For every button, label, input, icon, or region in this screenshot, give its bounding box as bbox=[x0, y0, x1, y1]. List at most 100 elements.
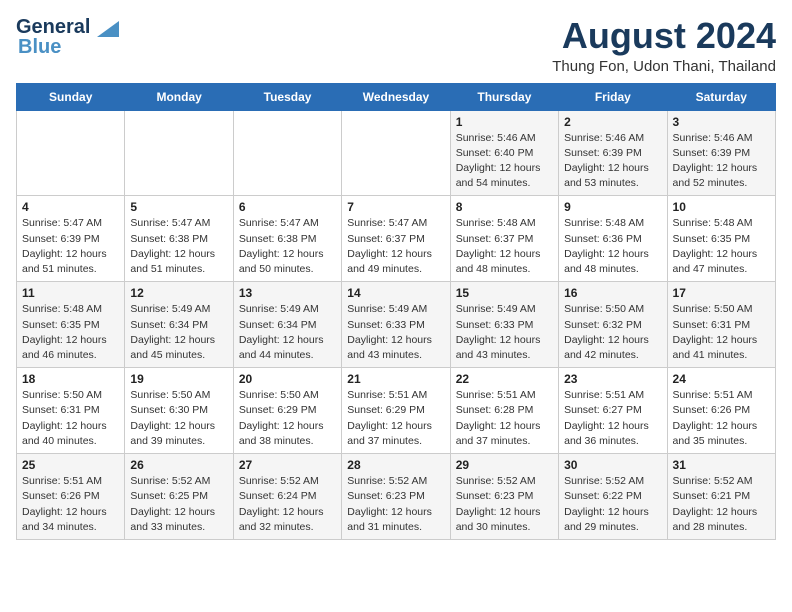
day-cell bbox=[342, 110, 450, 196]
day-info: Sunrise: 5:49 AM Sunset: 6:33 PM Dayligh… bbox=[347, 302, 444, 363]
col-monday: Monday bbox=[125, 83, 233, 110]
day-cell: 16 Sunrise: 5:50 AM Sunset: 6:32 PM Dayli… bbox=[559, 282, 667, 368]
day-number: 22 bbox=[456, 372, 553, 386]
logo-text: General bbox=[16, 16, 119, 38]
day-number: 29 bbox=[456, 458, 553, 472]
day-info: Sunrise: 5:51 AM Sunset: 6:28 PM Dayligh… bbox=[456, 388, 553, 449]
day-cell: 5 Sunrise: 5:47 AM Sunset: 6:38 PM Daylig… bbox=[125, 196, 233, 282]
day-info: Sunrise: 5:50 AM Sunset: 6:30 PM Dayligh… bbox=[130, 388, 227, 449]
day-number: 16 bbox=[564, 286, 661, 300]
day-number: 27 bbox=[239, 458, 336, 472]
day-number: 18 bbox=[22, 372, 119, 386]
day-cell: 11Sunrise: 5:48 AM Sunset: 6:35 PM Dayli… bbox=[17, 282, 125, 368]
day-number: 1 bbox=[456, 115, 553, 129]
day-cell: 30Sunrise: 5:52 AM Sunset: 6:22 PM Dayli… bbox=[559, 454, 667, 540]
col-sunday: Sunday bbox=[17, 83, 125, 110]
day-info: Sunrise: 5:48 AM Sunset: 6:36 PM Dayligh… bbox=[564, 216, 661, 277]
day-info: Sunrise: 5:52 AM Sunset: 6:22 PM Dayligh… bbox=[564, 474, 661, 535]
col-wednesday: Wednesday bbox=[342, 83, 450, 110]
day-info: Sunrise: 5:52 AM Sunset: 6:25 PM Dayligh… bbox=[130, 474, 227, 535]
day-info: Sunrise: 5:49 AM Sunset: 6:34 PM Dayligh… bbox=[239, 302, 336, 363]
day-number: 8 bbox=[456, 200, 553, 214]
day-number: 9 bbox=[564, 200, 661, 214]
day-number: 7 bbox=[347, 200, 444, 214]
day-number: 25 bbox=[22, 458, 119, 472]
day-cell: 13Sunrise: 5:49 AM Sunset: 6:34 PM Dayli… bbox=[233, 282, 341, 368]
day-number: 19 bbox=[130, 372, 227, 386]
logo: General Blue bbox=[16, 16, 119, 59]
month-year: August 2024 bbox=[552, 16, 776, 56]
day-cell: 18 Sunrise: 5:50 AM Sunset: 6:31 PM Dayli… bbox=[17, 368, 125, 454]
day-cell: 6 Sunrise: 5:47 AM Sunset: 6:38 PM Daylig… bbox=[233, 196, 341, 282]
day-number: 24 bbox=[673, 372, 770, 386]
day-cell: 7 Sunrise: 5:47 AM Sunset: 6:37 PM Daylig… bbox=[342, 196, 450, 282]
day-cell: 15Sunrise: 5:49 AM Sunset: 6:33 PM Dayli… bbox=[450, 282, 558, 368]
day-number: 6 bbox=[239, 200, 336, 214]
day-info: Sunrise: 5:50 AM Sunset: 6:31 PM Dayligh… bbox=[673, 302, 770, 363]
col-saturday: Saturday bbox=[667, 83, 775, 110]
day-number: 2 bbox=[564, 115, 661, 129]
day-number: 5 bbox=[130, 200, 227, 214]
day-number: 26 bbox=[130, 458, 227, 472]
calendar-table: Sunday Monday Tuesday Wednesday Thursday… bbox=[16, 83, 776, 540]
day-cell: 9 Sunrise: 5:48 AM Sunset: 6:36 PM Daylig… bbox=[559, 196, 667, 282]
day-info: Sunrise: 5:51 AM Sunset: 6:26 PM Dayligh… bbox=[673, 388, 770, 449]
day-info: Sunrise: 5:49 AM Sunset: 6:34 PM Dayligh… bbox=[130, 302, 227, 363]
day-cell: 28Sunrise: 5:52 AM Sunset: 6:23 PM Dayli… bbox=[342, 454, 450, 540]
day-cell bbox=[17, 110, 125, 196]
day-cell: 19 Sunrise: 5:50 AM Sunset: 6:30 PM Dayli… bbox=[125, 368, 233, 454]
week-row-1: 1 Sunrise: 5:46 AM Sunset: 6:40 PM Daylig… bbox=[17, 110, 776, 196]
day-number: 12 bbox=[130, 286, 227, 300]
col-friday: Friday bbox=[559, 83, 667, 110]
day-cell: 26 Sunrise: 5:52 AM Sunset: 6:25 PM Dayli… bbox=[125, 454, 233, 540]
day-info: Sunrise: 5:48 AM Sunset: 6:35 PM Dayligh… bbox=[22, 302, 119, 363]
day-info: Sunrise: 5:52 AM Sunset: 6:21 PM Dayligh… bbox=[673, 474, 770, 535]
day-info: Sunrise: 5:52 AM Sunset: 6:23 PM Dayligh… bbox=[456, 474, 553, 535]
day-info: Sunrise: 5:46 AM Sunset: 6:39 PM Dayligh… bbox=[673, 131, 770, 192]
day-cell: 4 Sunrise: 5:47 AM Sunset: 6:39 PM Daylig… bbox=[17, 196, 125, 282]
day-number: 31 bbox=[673, 458, 770, 472]
day-cell: 3 Sunrise: 5:46 AM Sunset: 6:39 PM Daylig… bbox=[667, 110, 775, 196]
day-info: Sunrise: 5:47 AM Sunset: 6:38 PM Dayligh… bbox=[130, 216, 227, 277]
day-info: Sunrise: 5:50 AM Sunset: 6:32 PM Dayligh… bbox=[564, 302, 661, 363]
day-number: 3 bbox=[673, 115, 770, 129]
day-info: Sunrise: 5:50 AM Sunset: 6:29 PM Dayligh… bbox=[239, 388, 336, 449]
day-number: 4 bbox=[22, 200, 119, 214]
day-cell: 8Sunrise: 5:48 AM Sunset: 6:37 PM Daylig… bbox=[450, 196, 558, 282]
day-info: Sunrise: 5:46 AM Sunset: 6:40 PM Dayligh… bbox=[456, 131, 553, 192]
day-info: Sunrise: 5:51 AM Sunset: 6:27 PM Dayligh… bbox=[564, 388, 661, 449]
header-row: Sunday Monday Tuesday Wednesday Thursday… bbox=[17, 83, 776, 110]
day-info: Sunrise: 5:47 AM Sunset: 6:39 PM Dayligh… bbox=[22, 216, 119, 277]
day-cell bbox=[233, 110, 341, 196]
day-cell: 1 Sunrise: 5:46 AM Sunset: 6:40 PM Daylig… bbox=[450, 110, 558, 196]
day-number: 21 bbox=[347, 372, 444, 386]
day-cell: 31 Sunrise: 5:52 AM Sunset: 6:21 PM Dayli… bbox=[667, 454, 775, 540]
day-cell: 20Sunrise: 5:50 AM Sunset: 6:29 PM Dayli… bbox=[233, 368, 341, 454]
day-info: Sunrise: 5:48 AM Sunset: 6:35 PM Dayligh… bbox=[673, 216, 770, 277]
day-info: Sunrise: 5:46 AM Sunset: 6:39 PM Dayligh… bbox=[564, 131, 661, 192]
day-number: 17 bbox=[673, 286, 770, 300]
day-cell: 24 Sunrise: 5:51 AM Sunset: 6:26 PM Dayli… bbox=[667, 368, 775, 454]
day-cell bbox=[125, 110, 233, 196]
day-info: Sunrise: 5:49 AM Sunset: 6:33 PM Dayligh… bbox=[456, 302, 553, 363]
week-row-2: 4 Sunrise: 5:47 AM Sunset: 6:39 PM Daylig… bbox=[17, 196, 776, 282]
week-row-3: 11Sunrise: 5:48 AM Sunset: 6:35 PM Dayli… bbox=[17, 282, 776, 368]
day-info: Sunrise: 5:51 AM Sunset: 6:26 PM Dayligh… bbox=[22, 474, 119, 535]
week-row-4: 18 Sunrise: 5:50 AM Sunset: 6:31 PM Dayli… bbox=[17, 368, 776, 454]
day-info: Sunrise: 5:52 AM Sunset: 6:24 PM Dayligh… bbox=[239, 474, 336, 535]
day-cell: 22 Sunrise: 5:51 AM Sunset: 6:28 PM Dayli… bbox=[450, 368, 558, 454]
day-cell: 14Sunrise: 5:49 AM Sunset: 6:33 PM Dayli… bbox=[342, 282, 450, 368]
day-info: Sunrise: 5:52 AM Sunset: 6:23 PM Dayligh… bbox=[347, 474, 444, 535]
day-info: Sunrise: 5:47 AM Sunset: 6:38 PM Dayligh… bbox=[239, 216, 336, 277]
calendar-body: 1 Sunrise: 5:46 AM Sunset: 6:40 PM Daylig… bbox=[17, 110, 776, 539]
day-cell: 12 Sunrise: 5:49 AM Sunset: 6:34 PM Dayli… bbox=[125, 282, 233, 368]
day-info: Sunrise: 5:50 AM Sunset: 6:31 PM Dayligh… bbox=[22, 388, 119, 449]
col-tuesday: Tuesday bbox=[233, 83, 341, 110]
col-thursday: Thursday bbox=[450, 83, 558, 110]
day-cell: 10Sunrise: 5:48 AM Sunset: 6:35 PM Dayli… bbox=[667, 196, 775, 282]
day-number: 23 bbox=[564, 372, 661, 386]
page-header: General Blue August 2024 Thung Fon, Udon… bbox=[16, 16, 776, 75]
day-info: Sunrise: 5:47 AM Sunset: 6:37 PM Dayligh… bbox=[347, 216, 444, 277]
calendar-header: Sunday Monday Tuesday Wednesday Thursday… bbox=[17, 83, 776, 110]
day-cell: 17 Sunrise: 5:50 AM Sunset: 6:31 PM Dayli… bbox=[667, 282, 775, 368]
